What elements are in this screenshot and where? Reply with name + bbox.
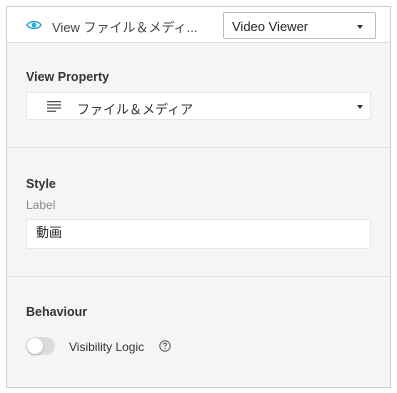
properties-panel: View ファイル＆メディ... Video Viewer View Prope…	[6, 6, 391, 388]
view-property-heading: View Property	[26, 70, 110, 84]
behaviour-section: Behaviour Visibility Logic	[7, 277, 390, 387]
viewer-type-select[interactable]: Video Viewer	[223, 12, 376, 39]
viewer-type-value: Video Viewer	[232, 19, 309, 34]
chevron-down-icon	[357, 25, 363, 29]
lines-icon	[47, 101, 61, 112]
view-property-value: ファイル＆メディア	[77, 102, 194, 117]
view-property-select[interactable]: ファイル＆メディア	[26, 92, 371, 120]
visibility-logic-label: Visibility Logic	[69, 340, 145, 354]
panel-header: View ファイル＆メディ... Video Viewer	[7, 7, 390, 43]
view-title: View ファイル＆メディ...	[52, 20, 198, 35]
style-section: Style Label 動画	[7, 148, 390, 277]
behaviour-heading: Behaviour	[26, 305, 88, 319]
help-circle-icon[interactable]	[159, 340, 171, 352]
chevron-down-icon	[357, 105, 363, 109]
style-heading: Style	[26, 177, 56, 191]
label-input[interactable]: 動画	[26, 219, 371, 249]
view-property-section: View Property ファイル＆メディア	[7, 44, 390, 148]
visibility-logic-toggle[interactable]	[26, 337, 55, 355]
toggle-knob	[27, 338, 43, 354]
label-caption: Label	[26, 198, 56, 212]
eye-icon[interactable]	[26, 18, 42, 32]
